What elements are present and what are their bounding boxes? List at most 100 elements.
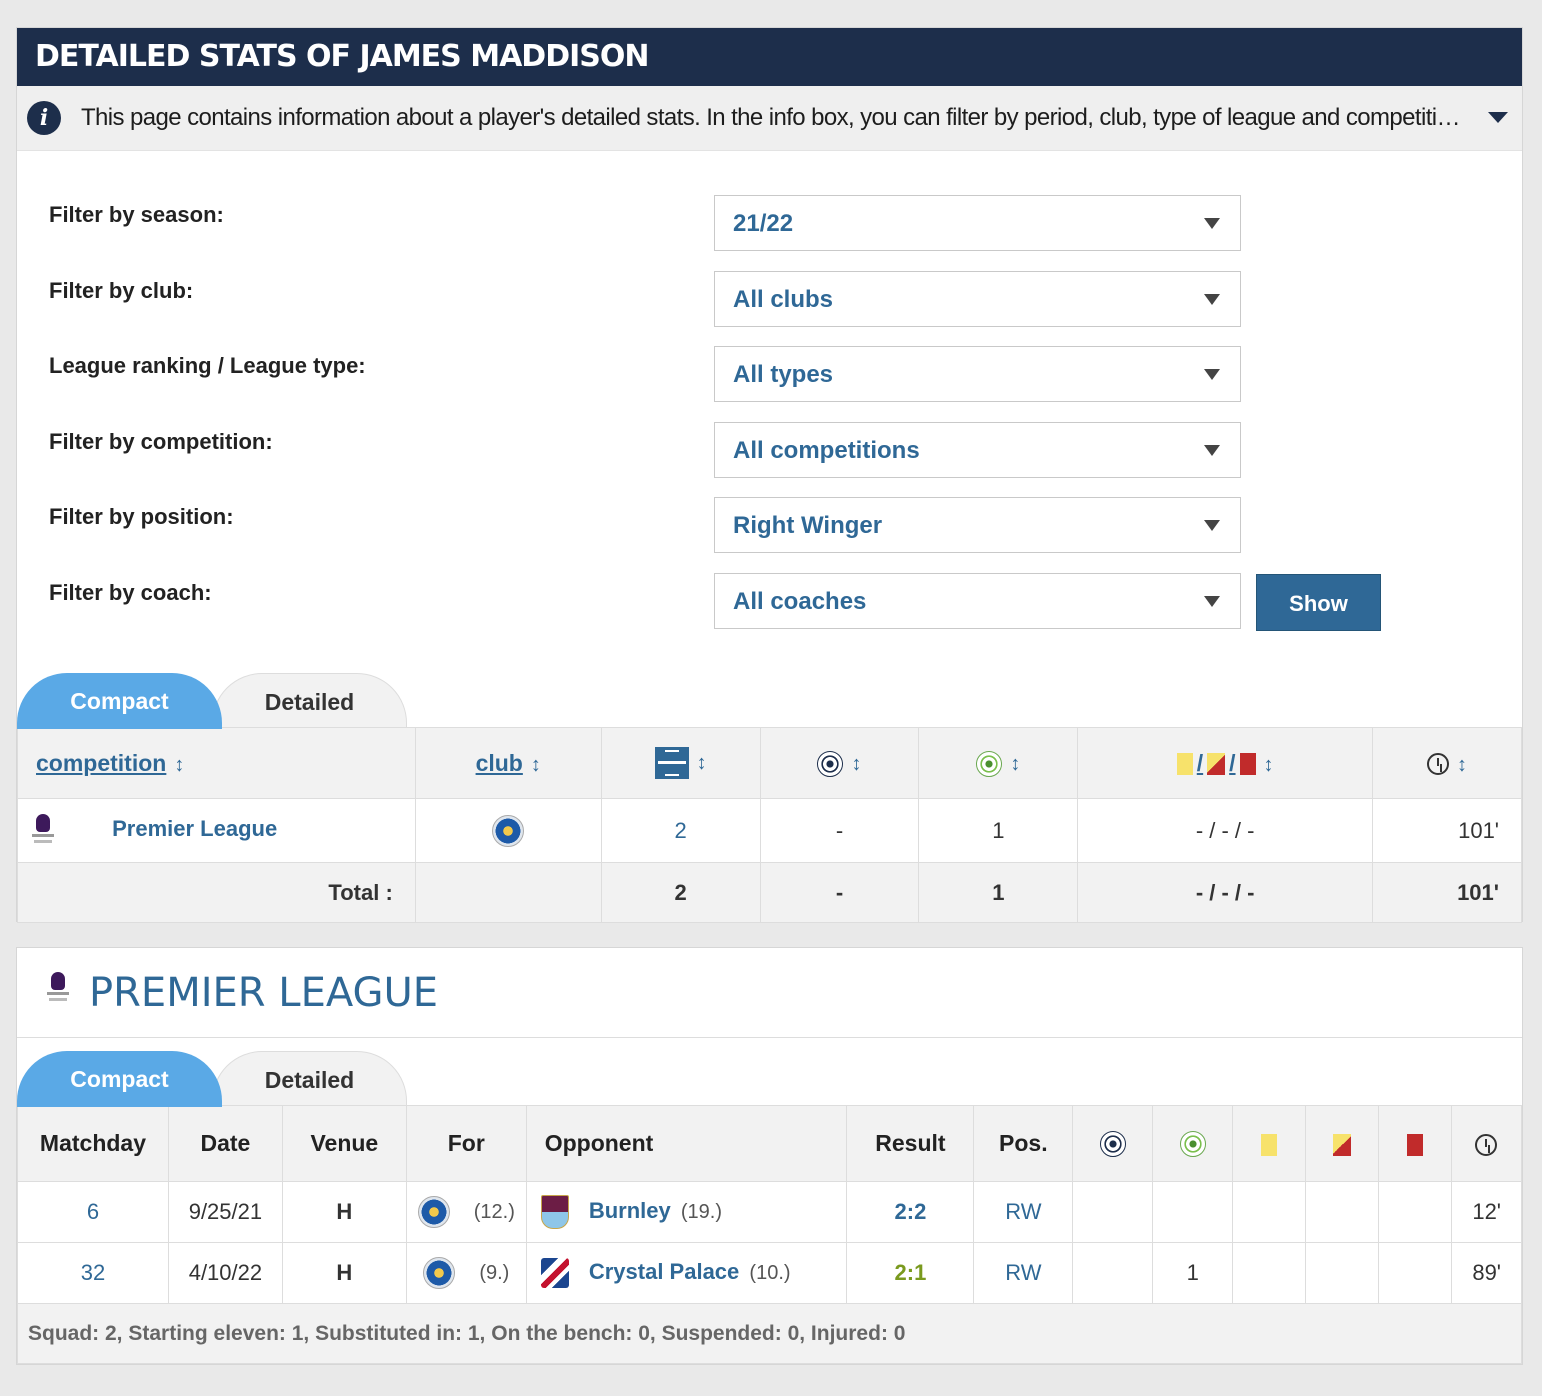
yellow-red-card-icon — [1207, 753, 1226, 776]
view-tabs: Compact Detailed — [17, 673, 417, 729]
sort-icon[interactable]: ↕ — [697, 752, 707, 774]
match-date: 4/10/22 — [167, 1242, 283, 1304]
opponent-link[interactable]: Crystal Palace — [589, 1259, 739, 1284]
sort-icon[interactable]: ↕ — [1457, 754, 1467, 776]
dropdown-arrow-icon — [1204, 596, 1220, 607]
goal-icon — [817, 750, 844, 777]
position-select[interactable]: Right Winger — [714, 497, 1241, 553]
sort-icon[interactable]: ↕ — [1010, 753, 1020, 775]
info-box[interactable]: i This page contains information about a… — [17, 86, 1522, 151]
goals-header — [1072, 1105, 1154, 1182]
league-type-select[interactable]: All types — [714, 346, 1241, 402]
minutes-value: 12' — [1450, 1181, 1523, 1243]
competition-sort-link[interactable]: competition — [36, 750, 166, 776]
goals-value: - — [759, 798, 920, 863]
coach-select-value: All coaches — [733, 588, 867, 615]
match-view-tabs: Compact Detailed — [17, 1051, 417, 1107]
yellow-value — [1232, 1242, 1307, 1304]
show-button[interactable]: Show — [1256, 574, 1381, 631]
yellow-card-icon — [1176, 753, 1193, 776]
appearances-value[interactable]: 2 — [600, 798, 761, 863]
yellow-red-value — [1305, 1242, 1379, 1304]
league-type-select-value: All types — [733, 361, 834, 388]
crystal-palace-crest-icon[interactable] — [540, 1258, 569, 1288]
competition-column-header[interactable]: competition ↕ — [17, 727, 416, 799]
opponent-link[interactable]: Burnley — [589, 1198, 671, 1223]
section-title: PREMIER LEAGUE — [89, 970, 439, 1016]
filter-club-label: Filter by club: — [49, 278, 194, 303]
summary-header-row: competition ↕ club ↕ ↕ ↕ ↕ / / ↕ ↕ — [17, 727, 1522, 799]
info-text: This page contains information about a p… — [81, 104, 1471, 131]
competition-link[interactable]: Premier League — [112, 816, 277, 841]
tab-compact[interactable]: Compact — [17, 1051, 222, 1107]
cards-column-header[interactable]: / / ↕ — [1077, 727, 1374, 799]
appearances-column-header[interactable]: ↕ — [600, 727, 761, 799]
chevron-down-icon[interactable] — [1488, 112, 1508, 123]
detailed-stats-panel: DETAILED STATS OF JAMES MADDISON i This … — [16, 27, 1523, 923]
assist-icon — [1179, 1131, 1206, 1158]
appearances-icon — [654, 747, 689, 779]
tab-detailed[interactable]: Detailed — [212, 673, 407, 729]
club-cell — [414, 798, 602, 863]
season-select[interactable]: 21/22 — [714, 195, 1241, 251]
leicester-crest-icon[interactable] — [492, 814, 525, 847]
for-header: For — [405, 1105, 527, 1182]
yellow-value — [1232, 1181, 1307, 1243]
sort-icon[interactable]: ↕ — [1264, 754, 1274, 776]
premier-league-logo-icon — [32, 813, 54, 848]
competition-select[interactable]: All competitions — [714, 422, 1241, 478]
yellow-red-value — [1305, 1181, 1379, 1243]
club-column-header[interactable]: club ↕ — [414, 727, 602, 799]
result-link[interactable]: 2:2 — [846, 1181, 975, 1243]
match-date: 9/25/21 — [167, 1181, 283, 1243]
for-cell: (9.) — [405, 1242, 527, 1304]
sort-icon[interactable]: ↕ — [851, 753, 861, 775]
matchday-header: Matchday — [17, 1105, 169, 1182]
matchday-link[interactable]: 32 — [17, 1242, 169, 1304]
tab-compact[interactable]: Compact — [17, 673, 222, 729]
red-card-header — [1378, 1105, 1452, 1182]
total-cards: - / - / - — [1077, 862, 1374, 923]
minutes-column-header[interactable]: ↕ — [1372, 727, 1522, 799]
filter-coach-label: Filter by coach: — [49, 580, 212, 605]
position-link[interactable]: RW — [973, 1242, 1074, 1304]
filter-league-type-label: League ranking / League type: — [49, 353, 366, 378]
tab-detailed[interactable]: Detailed — [212, 1051, 407, 1107]
club-sort-link[interactable]: club — [476, 750, 523, 776]
coach-select[interactable]: All coaches — [714, 573, 1241, 629]
filter-position-label: Filter by position: — [49, 504, 234, 529]
opponent-header: Opponent — [525, 1105, 848, 1182]
leicester-crest-icon[interactable] — [417, 1196, 450, 1228]
squad-summary-row: Squad: 2, Starting eleven: 1, Substitute… — [17, 1303, 1522, 1364]
season-select-value: 21/22 — [733, 210, 794, 237]
competition-cell: Premier League — [17, 798, 416, 863]
total-assists: 1 — [918, 862, 1079, 923]
dropdown-arrow-icon — [1204, 520, 1220, 531]
filter-competition-label: Filter by competition: — [49, 429, 273, 454]
burnley-crest-icon[interactable] — [540, 1195, 569, 1229]
assists-column-header[interactable]: ↕ — [918, 727, 1079, 799]
goals-value — [1072, 1242, 1154, 1304]
matchday-link[interactable]: 6 — [17, 1181, 169, 1243]
sort-icon[interactable]: ↕ — [531, 754, 541, 776]
total-row: Total : 2 - 1 - / - / - 101' — [17, 862, 1522, 923]
position-link[interactable]: RW — [973, 1181, 1074, 1243]
sort-icon[interactable]: ↕ — [174, 754, 184, 776]
matches-header-row: Matchday Date Venue For Opponent Result … — [17, 1105, 1523, 1182]
table-row: Premier League 2 - 1 - / - / - 101' — [17, 798, 1522, 863]
total-club-cell — [414, 862, 602, 923]
yellow-card-icon — [1261, 1133, 1278, 1156]
result-header: Result — [846, 1105, 975, 1182]
venue-header: Venue — [281, 1105, 407, 1182]
goals-value — [1072, 1181, 1154, 1243]
goals-column-header[interactable]: ↕ — [759, 727, 920, 799]
dropdown-arrow-icon — [1204, 369, 1220, 380]
minutes-value: 101' — [1372, 798, 1522, 863]
for-cell: (12.) — [405, 1181, 527, 1243]
total-label: Total : — [17, 862, 416, 923]
club-select[interactable]: All clubs — [714, 271, 1241, 327]
leicester-crest-icon[interactable] — [423, 1257, 456, 1289]
assists-value — [1152, 1181, 1234, 1243]
result-link[interactable]: 2:1 — [846, 1242, 975, 1304]
clock-icon — [1427, 753, 1450, 776]
